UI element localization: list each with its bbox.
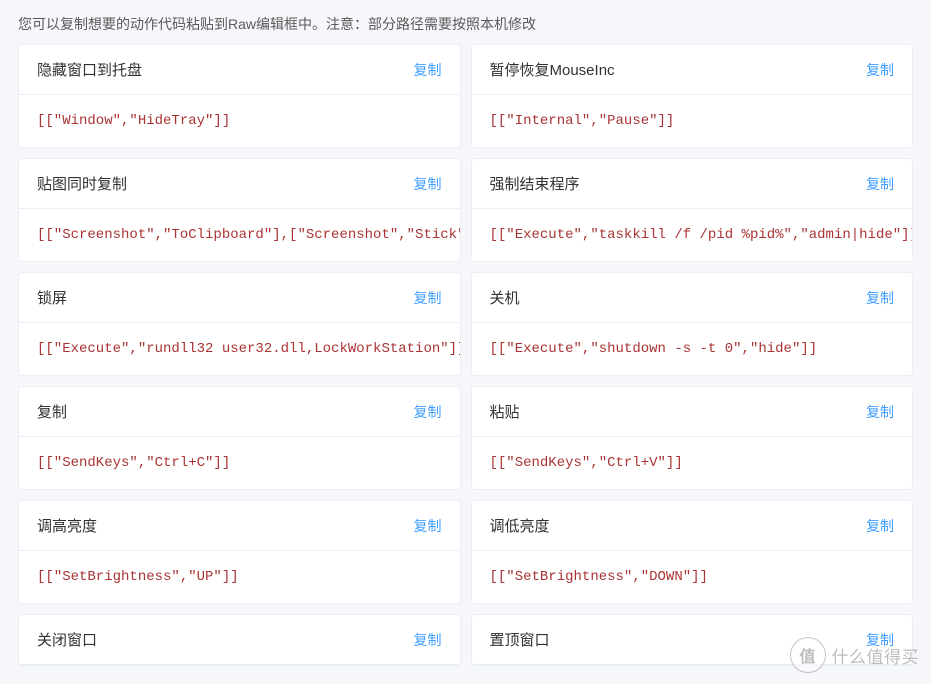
card-header: 粘贴 复制 [472, 387, 913, 437]
card-code: [["SetBrightness","UP"]] [19, 551, 460, 603]
copy-button[interactable]: 复制 [414, 402, 442, 422]
card-code: [["Window","HideTray"]] [19, 95, 460, 147]
copy-button[interactable]: 复制 [866, 60, 894, 80]
copy-button[interactable]: 复制 [414, 288, 442, 308]
card-code: [["Execute","shutdown -s -t 0","hide"]] [472, 323, 913, 375]
card-header: 关机 复制 [472, 273, 913, 323]
action-card: 粘贴 复制 [["SendKeys","Ctrl+V"]] [471, 386, 914, 490]
card-title: 贴图同时复制 [37, 173, 127, 194]
card-code: [["Execute","taskkill /f /pid %pid%","ad… [472, 209, 913, 261]
copy-button[interactable]: 复制 [866, 288, 894, 308]
copy-button[interactable]: 复制 [866, 402, 894, 422]
card-code: [["Execute","rundll32 user32.dll,LockWor… [19, 323, 460, 375]
card-title: 复制 [37, 401, 67, 422]
card-title: 暂停恢复MouseInc [490, 59, 615, 80]
card-code: [["SendKeys","Ctrl+C"]] [19, 437, 460, 489]
card-code: [["SendKeys","Ctrl+V"]] [472, 437, 913, 489]
card-header: 锁屏 复制 [19, 273, 460, 323]
copy-button[interactable]: 复制 [414, 630, 442, 650]
action-card: 隐藏窗口到托盘 复制 [["Window","HideTray"]] [18, 44, 461, 148]
card-header: 调低亮度 复制 [472, 501, 913, 551]
action-card: 贴图同时复制 复制 [["Screenshot","ToClipboard"],["… [18, 158, 461, 262]
card-header: 暂停恢复MouseInc 复制 [472, 45, 913, 95]
card-title: 关机 [490, 287, 520, 308]
copy-button[interactable]: 复制 [414, 60, 442, 80]
card-title: 置顶窗口 [490, 629, 550, 650]
card-code: [["SetBrightness","DOWN"]] [472, 551, 913, 603]
cards-grid: 隐藏窗口到托盘复制[["Window","HideTray"]]暂停恢复Mous… [0, 44, 931, 684]
action-card: 关闭窗口 复制 [18, 614, 461, 666]
copy-button[interactable]: 复制 [414, 516, 442, 536]
copy-button[interactable]: 复制 [866, 516, 894, 536]
action-card: 复制 复制 [["SendKeys","Ctrl+C"]] [18, 386, 461, 490]
action-card: 锁屏 复制 [["Execute","rundll32 user32.dll,Loc… [18, 272, 461, 376]
copy-button[interactable]: 复制 [414, 174, 442, 194]
action-card: 调高亮度 复制 [["SetBrightness","UP"]] [18, 500, 461, 604]
action-card: 调低亮度 复制 [["SetBrightness","DOWN"]] [471, 500, 914, 604]
card-code: [["Screenshot","ToClipboard"],["Screensh… [19, 209, 460, 261]
action-card: 置顶窗口 复制 [471, 614, 914, 666]
card-header: 强制结束程序 复制 [472, 159, 913, 209]
card-header: 隐藏窗口到托盘 复制 [19, 45, 460, 95]
card-title: 调低亮度 [490, 515, 550, 536]
card-header: 关闭窗口 复制 [19, 615, 460, 665]
card-title: 隐藏窗口到托盘 [37, 59, 142, 80]
page-description: 您可以复制想要的动作代码粘贴到Raw编辑框中。注意：部分路径需要按照本机修改 [0, 0, 931, 44]
action-card: 关机 复制 [["Execute","shutdown -s -t 0","hide… [471, 272, 914, 376]
card-header: 调高亮度 复制 [19, 501, 460, 551]
action-card: 暂停恢复MouseInc 复制 [["Internal","Pause"]] [471, 44, 914, 148]
card-title: 关闭窗口 [37, 629, 97, 650]
card-header: 置顶窗口 复制 [472, 615, 913, 665]
action-card: 强制结束程序 复制 [["Execute","taskkill /f /pid %p… [471, 158, 914, 262]
card-title: 调高亮度 [37, 515, 97, 536]
card-title: 强制结束程序 [490, 173, 580, 194]
copy-button[interactable]: 复制 [866, 174, 894, 194]
copy-button[interactable]: 复制 [866, 630, 894, 650]
card-header: 复制 复制 [19, 387, 460, 437]
card-title: 粘贴 [490, 401, 520, 422]
card-code: [["Internal","Pause"]] [472, 95, 913, 147]
card-title: 锁屏 [37, 287, 67, 308]
card-header: 贴图同时复制 复制 [19, 159, 460, 209]
